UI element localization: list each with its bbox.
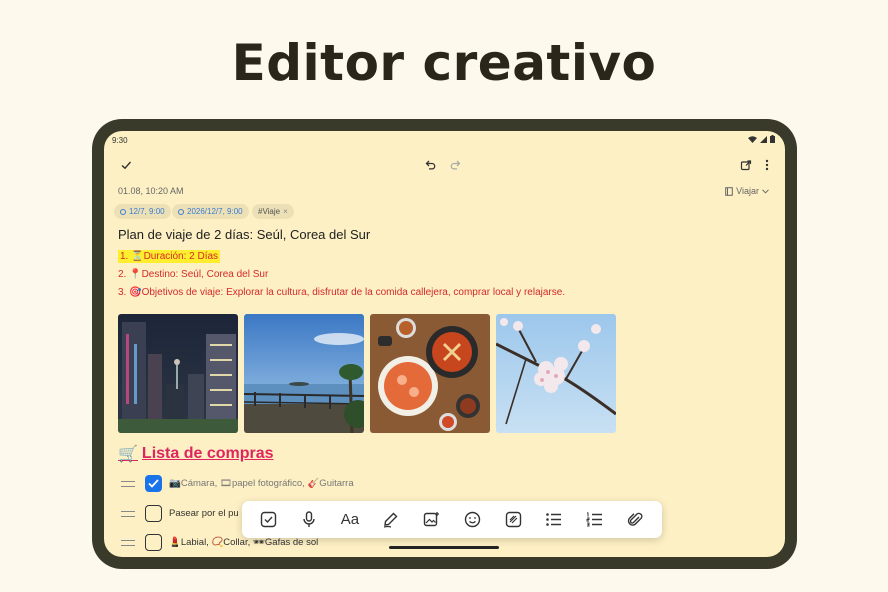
share-icon (740, 160, 752, 171)
photo-seaside[interactable] (244, 314, 364, 433)
photo-street-food[interactable] (370, 314, 490, 433)
check-icon (148, 479, 159, 488)
reminder-chip[interactable]: 12/7, 9:00 (114, 204, 171, 219)
folder-selector[interactable]: Viajar (725, 186, 769, 196)
bullet-list-icon (546, 513, 562, 526)
alarm-icon (120, 208, 126, 215)
list-number: 2. (118, 269, 127, 280)
share-button[interactable] (738, 157, 754, 173)
list-number: 1. (120, 251, 129, 262)
checkbox-icon (260, 511, 277, 528)
bullet-list-button[interactable] (543, 509, 565, 531)
clock-icon (178, 208, 184, 215)
pattern-button[interactable] (502, 509, 524, 531)
numbered-list-icon (586, 512, 603, 527)
list-item[interactable]: 2. 📍Destino: Seúl, Corea del Sur (118, 269, 268, 280)
pattern-icon (505, 511, 521, 528)
battery-icon (770, 135, 775, 143)
list-number: 3. (118, 287, 127, 298)
attach-button[interactable] (625, 509, 647, 531)
redo-button[interactable] (448, 157, 464, 173)
checklist-item-text[interactable]: 💄Labial, 📿Collar, 🕶Gafas de sol (169, 537, 318, 548)
hashtag-label: #Viaje (258, 207, 281, 216)
undo-icon (425, 160, 436, 170)
check-icon (121, 161, 132, 170)
list-item[interactable]: 3. 🎯Objetivos de viaje: Explorar la cult… (118, 287, 565, 298)
reminder-label: 12/7, 9:00 (129, 207, 165, 216)
text-size-icon: Aa (340, 511, 360, 528)
more-options-button[interactable] (759, 157, 775, 173)
list-text: 📍Destino: Seúl, Corea del Sur (129, 269, 269, 280)
status-time: 9:30 (112, 136, 128, 145)
status-icons (748, 135, 775, 143)
undo-button[interactable] (422, 157, 438, 173)
photo-city-night[interactable] (118, 314, 238, 433)
signal-icon (760, 135, 767, 143)
due-date-chip[interactable]: 2026/12/7, 9:00 (172, 204, 249, 219)
smiley-icon (464, 511, 481, 528)
section-heading[interactable]: 🛒 Lista de compras (118, 444, 274, 464)
checklist-button[interactable] (257, 509, 279, 531)
folder-name: Viajar (736, 186, 759, 196)
numbered-list-button[interactable] (584, 509, 606, 531)
redo-icon (450, 160, 461, 170)
list-text: 🎯Objetivos de viaje: Explorar la cultura… (129, 287, 566, 298)
paperclip-icon (627, 512, 643, 526)
checklist-item-text[interactable]: 📷Cámara, 🎞papel fotográfico, 🎸Guitarra (169, 478, 354, 489)
pen-icon (384, 512, 398, 528)
done-check-button[interactable] (118, 157, 134, 173)
formatting-toolbar: Aa (242, 501, 662, 538)
checkbox-checked[interactable] (145, 475, 162, 492)
photo-cherry-blossom[interactable] (496, 314, 616, 433)
checkbox[interactable] (145, 505, 162, 522)
insert-image-button[interactable] (421, 509, 443, 531)
image-add-icon (423, 512, 440, 527)
hashtag-chip[interactable]: #Viaje × (252, 204, 294, 219)
drag-handle-icon[interactable] (121, 511, 135, 517)
note-title[interactable]: Plan de viaje de 2 días: Seúl, Corea del… (118, 227, 370, 242)
hashtag-remove-icon[interactable]: × (283, 207, 288, 216)
checkbox[interactable] (145, 534, 162, 551)
highlighted-text: 1. ⏳Duración: 2 Días (118, 250, 221, 263)
section-title-text: Lista de compras (141, 445, 274, 462)
more-vertical-icon (765, 159, 769, 171)
checklist-item-text[interactable]: Pasear por el pu (169, 508, 239, 519)
cart-icon: 🛒 (118, 446, 138, 463)
drag-handle-icon[interactable] (121, 540, 135, 546)
headline: Editor creativo (231, 34, 657, 92)
text-style-button[interactable]: Aa (339, 509, 361, 531)
wifi-icon (748, 135, 757, 143)
drag-handle-icon[interactable] (121, 481, 135, 487)
list-item[interactable]: 1. ⏳Duración: 2 Días (118, 250, 221, 263)
note-date: 01.08, 10:20 AM (118, 186, 184, 196)
drawing-button[interactable] (380, 509, 402, 531)
emoji-button[interactable] (461, 509, 483, 531)
chevron-down-icon (762, 188, 769, 194)
list-text: ⏳Duración: 2 Días (131, 251, 219, 262)
folder-icon (725, 186, 733, 196)
due-date-label: 2026/12/7, 9:00 (187, 207, 243, 216)
tablet-screen: 9:30 01.08, 10:20 AM Viajar 12/7, 9:00 2… (104, 131, 785, 557)
voice-input-button[interactable] (298, 509, 320, 531)
home-indicator[interactable] (389, 546, 499, 549)
microphone-icon (303, 511, 315, 527)
